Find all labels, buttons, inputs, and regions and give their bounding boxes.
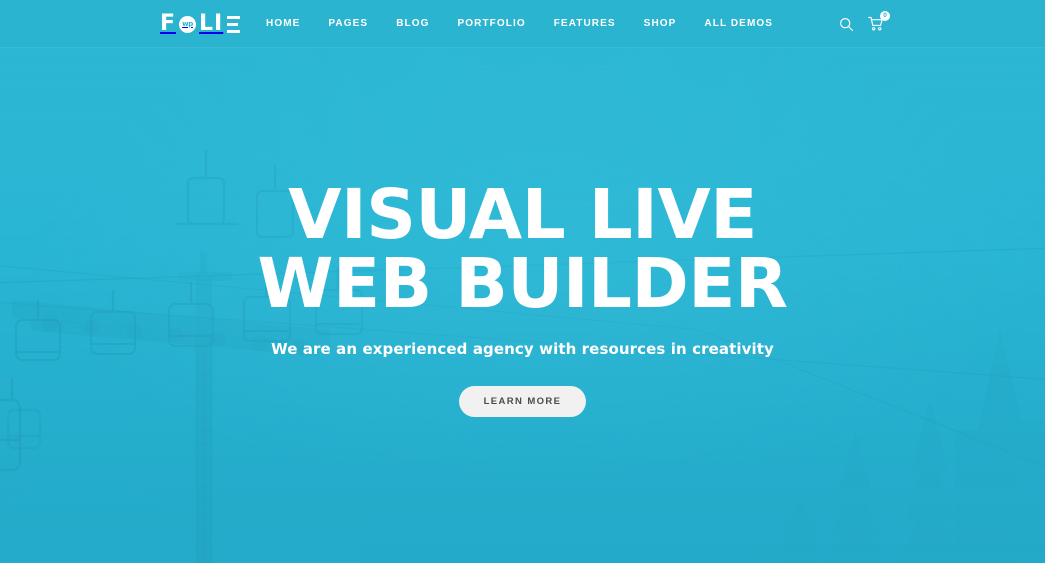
hero-title-line-2: WEB BUILDER [257,244,788,324]
site-header: F wp LI HOME PAGES BLOG PORTFOLIO FEATUR… [0,0,1045,48]
hero-section: VISUAL LIVE WEB BUILDER We are an experi… [0,48,1045,563]
logo-e-bar-middle [227,22,239,26]
search-icon[interactable] [837,15,855,33]
logo-e-bar-top [227,15,241,19]
nav-item-shop[interactable]: SHOP [630,0,691,48]
logo-letters-li: LI [199,11,224,36]
nav-item-blog[interactable]: BLOG [382,0,443,48]
logo-wordmark: F wp LI [160,11,241,36]
hero-title-line-1: VISUAL LIVE [288,175,757,255]
logo-circle-mark-text: wp [182,19,193,28]
hero-subtitle: We are an experienced agency with resour… [271,340,774,358]
nav-item-all-demos[interactable]: ALL DEMOS [690,0,787,48]
logo-e-bar-bottom [227,29,241,33]
nav-item-portfolio[interactable]: PORTFOLIO [443,0,539,48]
logo-letter-e [227,15,241,33]
page-root: F wp LI HOME PAGES BLOG PORTFOLIO FEATUR… [0,0,1045,563]
learn-more-button[interactable]: LEARN MORE [458,386,587,417]
cart-count-badge: 0 [880,11,890,21]
header-actions: 0 [837,0,890,48]
nav-item-pages[interactable]: PAGES [314,0,382,48]
nav-item-home[interactable]: HOME [266,0,314,48]
logo-circle-mark: wp [179,15,197,33]
logo-letter-f: F [160,11,177,36]
site-logo[interactable]: F wp LI [160,11,241,36]
main-navigation: HOME PAGES BLOG PORTFOLIO FEATURES SHOP … [266,0,787,48]
nav-item-features[interactable]: FEATURES [540,0,630,48]
shopping-cart-icon[interactable]: 0 [867,11,890,33]
